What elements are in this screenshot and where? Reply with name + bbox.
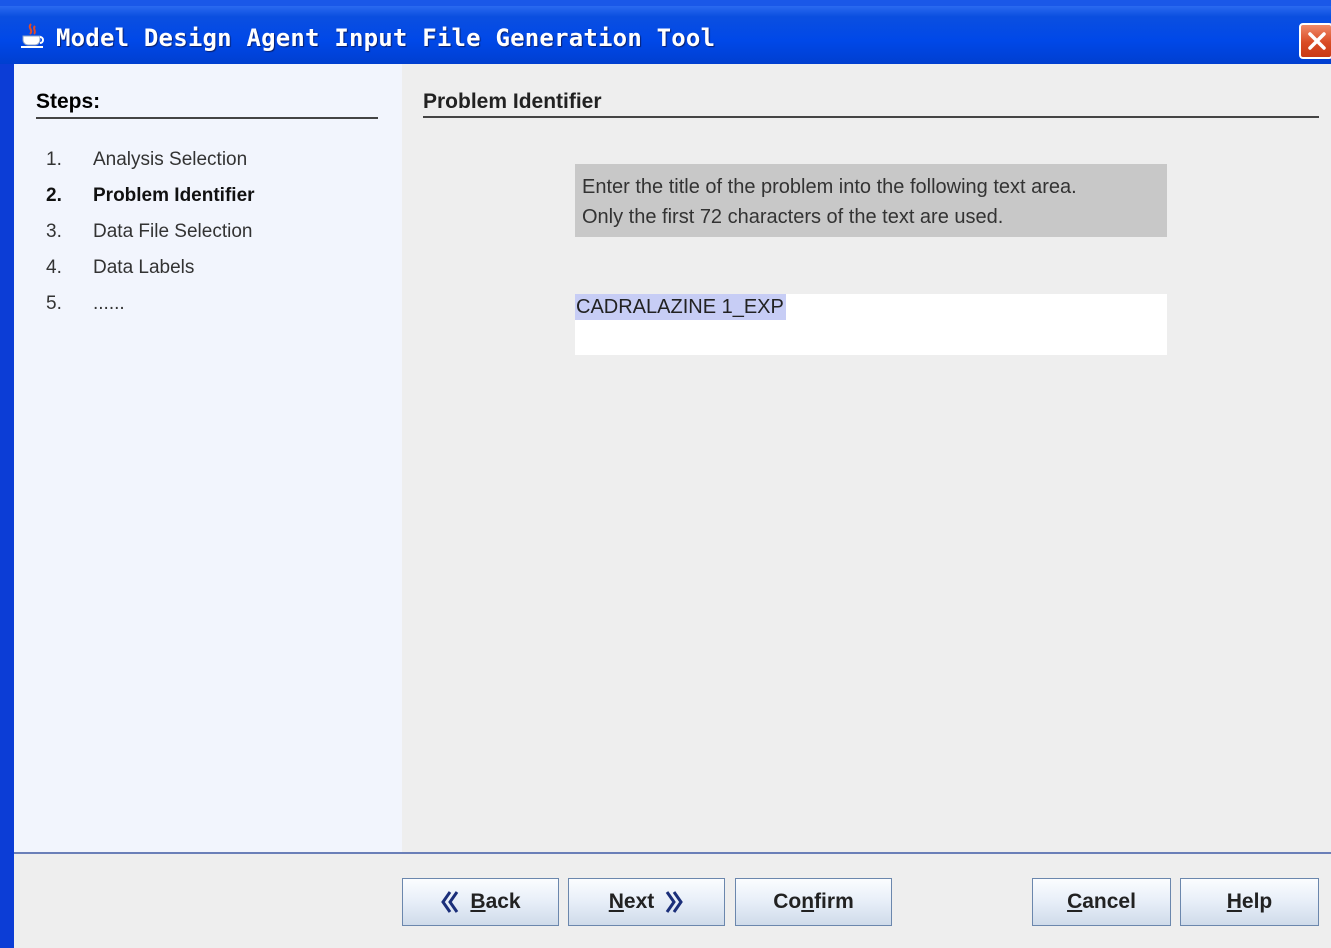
step-label: Data File Selection <box>93 221 253 242</box>
step-number: 1. <box>46 149 62 170</box>
page-title: Problem Identifier <box>423 90 602 113</box>
title-bar[interactable]: Model Design Agent Input File Generation… <box>0 0 1331 64</box>
step-number: 5. <box>46 293 62 314</box>
back-button[interactable]: Back <box>402 878 559 926</box>
main-panel: Problem Identifier Enter the title of th… <box>402 64 1331 852</box>
step-label: Analysis Selection <box>93 149 248 170</box>
step-number: 3. <box>46 221 62 242</box>
confirm-button[interactable]: Confirm <box>735 878 892 926</box>
back-label: Back <box>470 890 521 913</box>
window-title: Model Design Agent Input File Generation… <box>56 24 716 52</box>
close-button[interactable] <box>1299 23 1331 59</box>
wizard-window: Model Design Agent Input File Generation… <box>0 0 1331 948</box>
next-label: Next <box>608 890 655 913</box>
step-item-data-labels: 4. Data Labels <box>46 257 194 279</box>
step-label: Problem Identifier <box>93 185 255 206</box>
instruction-box: Enter the title of the problem into the … <box>575 164 1167 237</box>
steps-panel: Steps: 1. Analysis Selection 2. Problem Id… <box>14 64 402 852</box>
close-x-icon <box>1308 32 1326 50</box>
cancel-label: Cancel <box>1067 890 1136 913</box>
step-item-problem-identifier: 2. Problem Identifier <box>46 185 255 207</box>
help-button[interactable]: Help <box>1180 878 1319 926</box>
problem-title-value: CADRALAZINE 1_EXP <box>575 294 786 320</box>
step-item-more: 5....... <box>46 293 125 315</box>
steps-header: Steps: <box>36 90 101 113</box>
step-label: ...... <box>93 293 125 314</box>
instruction-line-1: Enter the title of the problem into the … <box>582 176 1077 198</box>
wizard-content: Steps: 1. Analysis Selection 2. Problem Id… <box>14 64 1331 948</box>
step-number: 2. <box>46 185 62 206</box>
java-cup-icon <box>18 22 46 50</box>
chevron-left-icon <box>441 891 459 913</box>
next-button[interactable]: Next <box>568 878 725 926</box>
steps-divider <box>36 117 378 119</box>
cancel-button[interactable]: Cancel <box>1032 878 1171 926</box>
step-label: Data Labels <box>93 257 195 278</box>
button-bar: Back Next Confirm Cancel Help <box>14 852 1331 948</box>
step-item-data-file-selection: 3. Data File Selection <box>46 221 252 243</box>
problem-title-textarea[interactable]: CADRALAZINE 1_EXP <box>575 294 1167 355</box>
confirm-label: Confirm <box>773 890 854 913</box>
help-label: Help <box>1226 890 1273 913</box>
instruction-line-2: Only the first 72 characters of the text… <box>582 206 1004 228</box>
step-item-analysis-selection: 1. Analysis Selection <box>46 149 247 171</box>
step-number: 4. <box>46 257 62 278</box>
title-divider <box>423 116 1319 118</box>
chevron-right-icon <box>666 891 684 913</box>
